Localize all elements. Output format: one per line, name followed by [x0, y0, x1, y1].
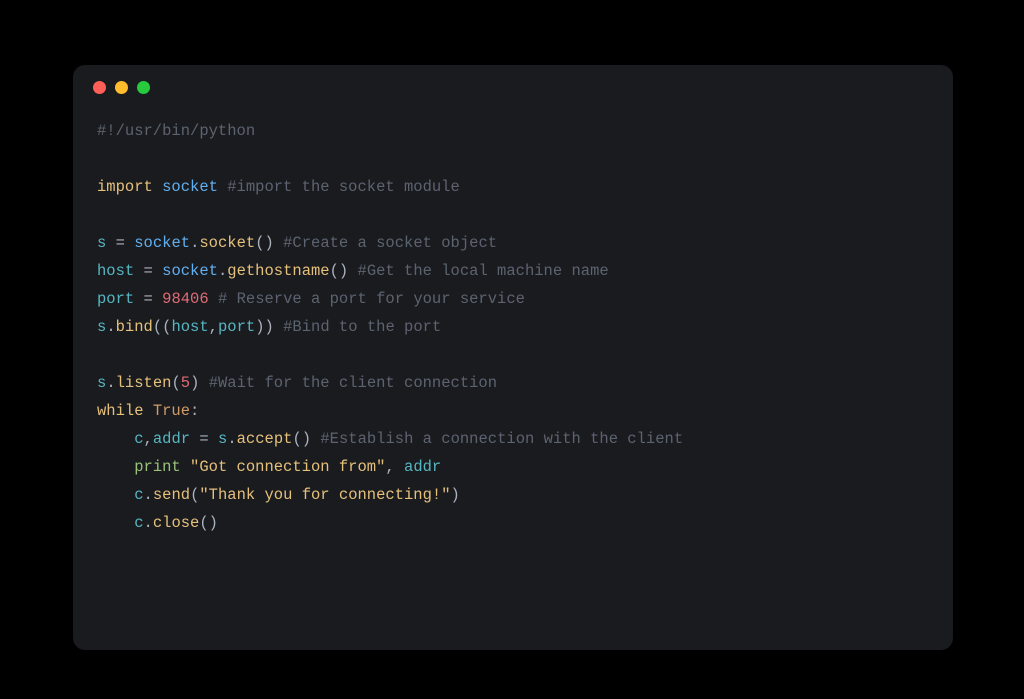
- variable: s: [97, 234, 106, 252]
- comment: #Get the local machine name: [358, 262, 609, 280]
- code-window: #!/usr/bin/python import socket #import …: [73, 65, 953, 650]
- window-titlebar: [73, 65, 953, 109]
- close-icon[interactable]: [93, 81, 106, 94]
- port-number: 98406: [162, 290, 209, 308]
- comment: #Establish a connection with the client: [320, 430, 683, 448]
- zoom-icon[interactable]: [137, 81, 150, 94]
- string-literal: "Thank you for connecting!": [199, 486, 450, 504]
- variable: host: [97, 262, 134, 280]
- print-keyword: print: [134, 458, 181, 476]
- module-name: socket: [162, 178, 218, 196]
- comment: #Bind to the port: [283, 318, 441, 336]
- while-keyword: while: [97, 402, 144, 420]
- comment: # Reserve a port for your service: [218, 290, 525, 308]
- comment: #Wait for the client connection: [209, 374, 497, 392]
- minimize-icon[interactable]: [115, 81, 128, 94]
- comment: #import the socket module: [227, 178, 460, 196]
- comment: #Create a socket object: [283, 234, 497, 252]
- variable: port: [97, 290, 134, 308]
- shebang-line: #!/usr/bin/python: [97, 122, 255, 140]
- string-literal: "Got connection from": [190, 458, 385, 476]
- import-keyword: import: [97, 178, 153, 196]
- code-block: #!/usr/bin/python import socket #import …: [73, 109, 953, 561]
